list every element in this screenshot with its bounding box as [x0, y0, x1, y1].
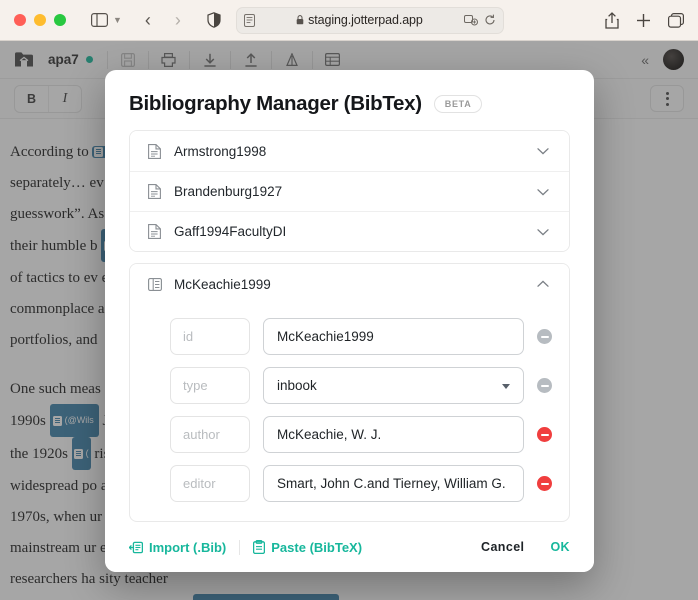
entry-label: Gaff1994FacultyDI — [174, 224, 287, 239]
field-value-text: Smart, John C.and Tierney, William G. — [277, 476, 506, 491]
browser-chrome: ▼ ‹ › staging.jotterpad.app — [0, 0, 698, 41]
chevron-up-icon[interactable] — [537, 280, 551, 288]
field-value-input[interactable]: McKeachie1999 — [263, 318, 524, 355]
bibliography-entry-row[interactable]: Gaff1994FacultyDI — [130, 211, 569, 251]
back-arrow-icon[interactable]: ‹ — [138, 7, 158, 33]
chevron-down-icon[interactable] — [537, 188, 551, 196]
window-traffic-lights[interactable] — [14, 14, 66, 26]
beta-badge: BETA — [433, 95, 483, 113]
dialog-body: Armstrong1998 Brandenburg1927 Gaff1994Facu… — [105, 130, 594, 522]
lock-icon — [296, 15, 304, 25]
sidebar-toggle-icon[interactable] — [88, 7, 110, 33]
dialog-header: Bibliography Manager (BibTex) BETA — [105, 70, 594, 130]
expanded-entry-card: McKeachie1999 id McKeachie1999 type inbook a… — [129, 263, 570, 522]
document-icon — [147, 184, 162, 200]
bibliography-manager-dialog: Bibliography Manager (BibTex) BETA Armst… — [105, 70, 594, 572]
tab-overview-icon[interactable] — [668, 7, 684, 33]
ok-button[interactable]: OK — [550, 540, 570, 554]
import-bib-button[interactable]: Import (.Bib) — [129, 540, 239, 555]
entry-label: Armstrong1998 — [174, 143, 267, 159]
entry-header-mckeachie[interactable]: McKeachie1999 — [130, 264, 569, 304]
privacy-shield-icon[interactable] — [205, 7, 223, 33]
document-icon — [147, 143, 162, 159]
field-value-text: McKeachie, W. J. — [277, 427, 382, 442]
field-value-select[interactable]: inbook — [263, 367, 524, 404]
chevron-down-icon — [502, 383, 510, 389]
collapsed-entry-list: Armstrong1998 Brandenburg1927 Gaff1994Facu… — [129, 130, 570, 252]
book-icon — [147, 276, 162, 292]
import-icon — [129, 541, 143, 554]
field-value-text: inbook — [277, 378, 317, 393]
dialog-footer: Import (.Bib) Paste (BibTeX) Cancel OK — [105, 522, 594, 572]
close-window-button[interactable] — [14, 14, 26, 26]
field-value-input[interactable]: Smart, John C.and Tierney, William G. — [263, 465, 524, 502]
bibliography-entry-row[interactable]: Armstrong1998 — [130, 131, 569, 171]
entry-field-list: id McKeachie1999 type inbook author McKeachie… — [130, 304, 569, 512]
chevron-down-icon[interactable] — [537, 228, 551, 236]
entry-field-row: editor Smart, John C.and Tierney, William… — [130, 459, 569, 508]
address-bar[interactable]: staging.jotterpad.app — [235, 6, 504, 34]
field-value-input[interactable]: McKeachie, W. J. — [263, 416, 524, 453]
field-key-input[interactable]: id — [170, 318, 250, 355]
field-key-input[interactable]: type — [170, 367, 250, 404]
dialog-title: Bibliography Manager (BibTex) — [129, 92, 422, 115]
entry-field-row: id McKeachie1999 — [130, 312, 569, 361]
chevron-down-icon[interactable] — [537, 147, 551, 155]
entry-label: McKeachie1999 — [174, 276, 271, 292]
field-value-text: McKeachie1999 — [277, 329, 374, 344]
paste-bibtex-button[interactable]: Paste (BibTeX) — [239, 539, 375, 555]
cancel-button[interactable]: Cancel — [481, 540, 524, 554]
maximize-window-button[interactable] — [54, 14, 66, 26]
entry-field-row: type inbook — [130, 361, 569, 410]
clipboard-icon — [253, 540, 266, 554]
share-icon[interactable] — [605, 7, 619, 33]
remove-field-button[interactable] — [537, 476, 552, 491]
remove-field-button[interactable] — [537, 427, 552, 442]
entry-field-row: author McKeachie, W. J. — [130, 410, 569, 459]
paste-bibtex-label: Paste (BibTeX) — [271, 539, 363, 555]
field-key-input[interactable]: editor — [170, 465, 250, 502]
entry-label: Brandenburg1927 — [174, 184, 283, 199]
plus-icon[interactable] — [636, 7, 651, 33]
document-icon — [147, 224, 162, 240]
remove-field-button[interactable] — [537, 329, 552, 344]
remove-field-button[interactable] — [537, 378, 552, 393]
sidebar-chevron-down-icon[interactable]: ▼ — [113, 7, 122, 33]
extensions-icon[interactable] — [463, 14, 478, 26]
forward-arrow-icon[interactable]: › — [168, 7, 188, 33]
bibliography-entry-row[interactable]: Brandenburg1927 — [130, 171, 569, 211]
url-text: staging.jotterpad.app — [308, 13, 423, 27]
reload-icon[interactable] — [484, 14, 496, 26]
field-key-input[interactable]: author — [170, 416, 250, 453]
minimize-window-button[interactable] — [34, 14, 46, 26]
import-bib-label: Import (.Bib) — [149, 539, 227, 555]
reader-view-icon[interactable] — [243, 13, 255, 27]
